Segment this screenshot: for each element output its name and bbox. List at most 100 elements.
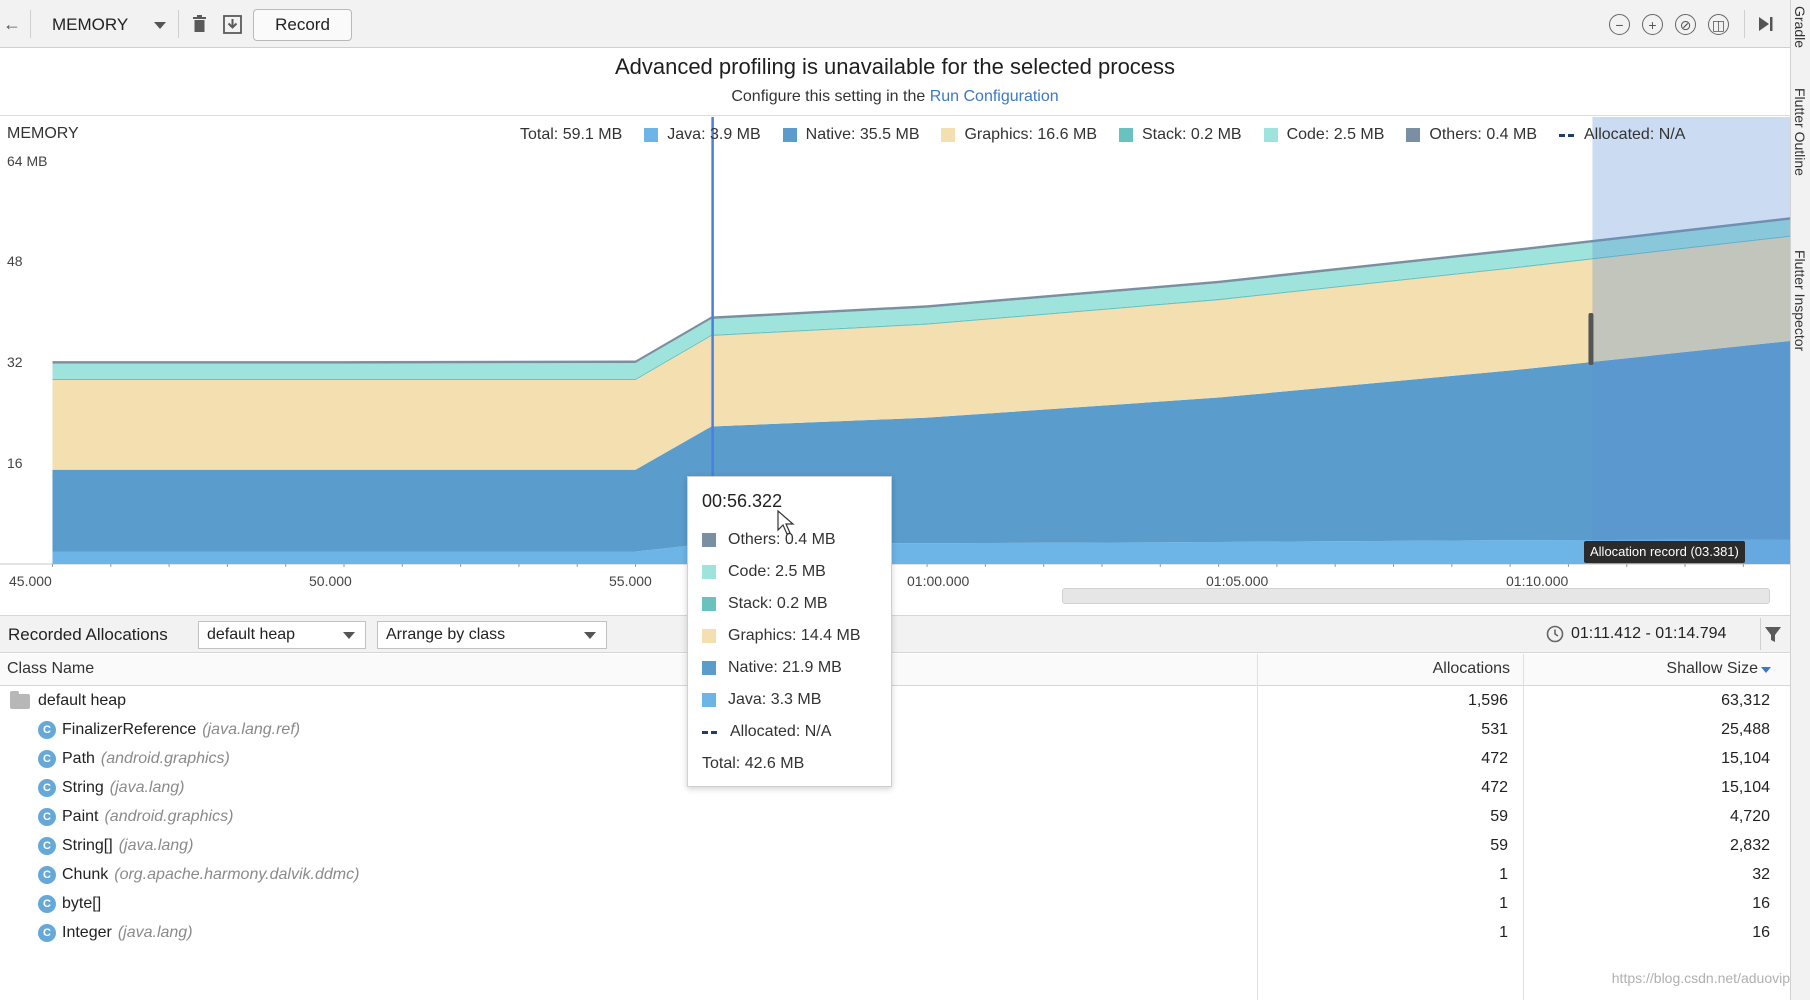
allocations-cell: 1 [1499,924,1508,941]
record-button[interactable]: Record [253,9,352,41]
class-package: (android.graphics) [100,750,230,767]
allocation-selection-range[interactable] [1592,117,1790,564]
side-tab-gradle[interactable]: Gradle [1792,6,1808,48]
class-icon: C [38,779,56,797]
chevron-down-icon [584,632,596,639]
zoom-out-icon[interactable]: − [1609,14,1630,35]
table-row[interactable]: C Path (android.graphics) 472 15,104 [0,745,1790,774]
profiler-toolbar: ← MEMORY Record − + ⊘ ◫ [0,0,1790,48]
tooltip-swatch [702,533,716,547]
selection-handle[interactable] [1588,313,1594,365]
class-icon: C [38,721,56,739]
legend-native: Native: 35.5 MB [782,126,919,144]
legend-label: Graphics: 16.6 MB [964,126,1097,143]
tooltip-row-others: Others: 0.4 MB [702,524,891,556]
legend-allocated: Allocated: N/A [1559,126,1685,144]
y-tick-label: 16 [7,455,23,471]
side-tab-flutter-inspector[interactable]: Flutter Inspector [1792,250,1808,351]
shallow-size-cell: 16 [1752,895,1770,912]
x-tick-label: 50.000 [309,573,352,589]
legend-swatch [1118,128,1133,142]
table-row[interactable]: C Chunk (org.apache.harmony.dalvik.ddmc) 1 3… [0,861,1790,890]
legend-graphics: Graphics: 16.6 MB [941,126,1097,144]
table-row[interactable]: Cbyte[] 1 16 [0,890,1790,919]
table-row[interactable]: C Paint (android.graphics) 59 4,720 [0,803,1790,832]
column-header-allocations[interactable]: Allocations [1433,660,1510,678]
y-tick-label: 48 [7,253,23,269]
chevron-down-icon [343,632,355,639]
x-tick-label: 55.000 [609,573,652,589]
legend-label: Others: 0.4 MB [1429,126,1537,143]
legend-label: Allocated: N/A [1584,126,1686,143]
arrange-select-value: Arrange by class [386,626,506,643]
reset-zoom-icon[interactable]: ⊘ [1675,14,1696,35]
side-tool-strip: Gradle Flutter Outline Flutter Inspector [1790,0,1810,1000]
tooltip-row-graphics: Graphics: 14.4 MB [702,620,891,652]
tooltip-swatch [702,565,716,579]
tooltip-row-code: Code: 2.5 MB [702,556,891,588]
class-package: (java.lang) [118,837,194,854]
filter-icon[interactable] [1764,626,1782,649]
class-name: Path [62,750,95,767]
table-row[interactable]: C String[] (java.lang) 59 2,832 [0,832,1790,861]
table-row[interactable]: C Integer (java.lang) 1 16 [0,919,1790,948]
go-live-icon[interactable] [1754,12,1778,36]
chevron-down-icon [154,21,167,29]
banner-subtitle-text: Configure this setting in the [731,88,926,105]
heap-select[interactable]: default heap [198,621,366,649]
table-row[interactable]: default heap 1,596 63,312 [0,687,1790,716]
table-row[interactable]: C String (java.lang) 472 15,104 [0,774,1790,803]
class-name: String[] [62,837,113,854]
tooltip-swatch [702,597,716,611]
side-tab-flutter-outline[interactable]: Flutter Outline [1792,88,1808,176]
sort-desc-icon [1761,667,1771,673]
toolbar-divider [1744,10,1745,38]
tooltip-label: Stack: 0.2 MB [728,595,828,612]
chart-title: MEMORY [7,125,79,142]
class-name-cell: C Integer (java.lang) [38,924,193,942]
tooltip-label: Native: 21.9 MB [728,659,842,676]
zoom-in-icon[interactable]: + [1642,14,1663,35]
banner-subtitle: Configure this setting in the Run Config… [0,88,1790,106]
arrange-select[interactable]: Arrange by class [377,621,607,649]
class-name-cell: C Path (android.graphics) [38,750,230,768]
allocations-table: Class Name Allocations Shallow Size defa… [0,654,1790,1000]
recorded-allocations-title: Recorded Allocations [8,625,168,644]
legend-swatch [644,128,659,142]
table-header: Class Name Allocations Shallow Size [0,654,1790,686]
timeline-scrollbar[interactable] [1062,588,1770,604]
run-configuration-link[interactable]: Run Configuration [930,88,1059,105]
class-name: String [62,779,104,796]
legend-swatch [782,128,797,142]
class-icon: C [38,808,56,826]
memory-chart[interactable] [0,117,1790,567]
selection-time-range: 01:11.412 - 01:14.794 [1571,625,1727,642]
delete-icon[interactable] [188,12,210,36]
class-icon: C [38,924,56,942]
shallow-size-cell: 16 [1752,924,1770,941]
heap-select-value: default heap [207,626,296,643]
shallow-size-cell: 2,832 [1729,837,1770,854]
banner-title: Advanced profiling is unavailable for th… [614,54,1176,79]
tooltip-swatch [702,661,716,675]
tooltip-swatch [702,693,716,707]
back-arrow-icon[interactable]: ← [0,12,24,36]
toolbar-divider [178,10,179,38]
tooltip-row-allocated: Allocated: N/A [702,716,891,748]
shallow-size-cell: 32 [1752,866,1770,883]
column-header-shallow-size[interactable]: Shallow Size [1666,660,1758,678]
allocations-cell: 531 [1481,721,1508,738]
x-tick-label: 01:00.000 [907,573,970,589]
allocations-cell: 472 [1481,750,1508,767]
zoom-to-selection-icon[interactable]: ◫ [1708,14,1729,35]
save-heap-dump-icon[interactable] [220,12,244,36]
dashed-line-icon [1559,133,1575,137]
tooltip-label: Java: 3.3 MB [728,691,822,708]
tooltip-label: Code: 2.5 MB [728,563,826,580]
profiler-select[interactable]: MEMORY [52,12,167,38]
table-row[interactable]: C FinalizerReference (java.lang.ref) 531 25,… [0,716,1790,745]
class-name-cell: C Paint (android.graphics) [38,808,233,826]
shallow-size-cell: 25,488 [1721,721,1770,738]
tooltip-swatch [702,629,716,643]
column-header-class-name[interactable]: Class Name [7,660,94,678]
